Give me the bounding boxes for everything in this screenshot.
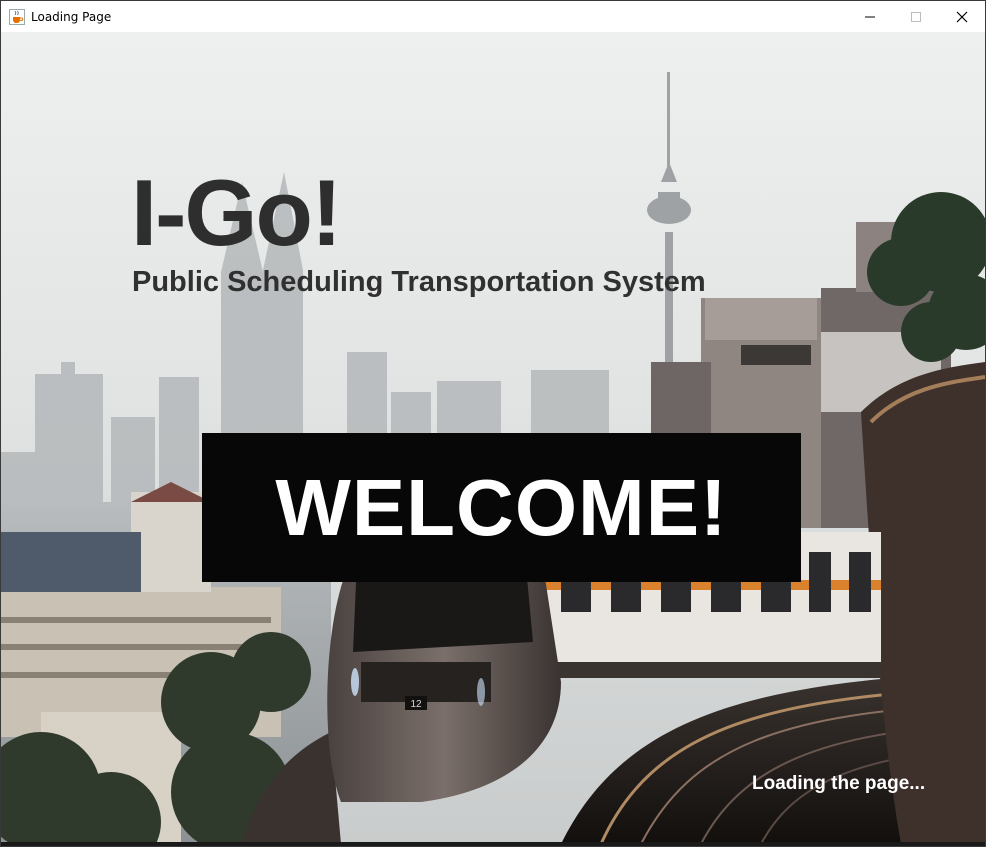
title-bar[interactable]: Loading Page xyxy=(1,1,985,32)
maximize-icon xyxy=(911,11,921,22)
app-brand-subtitle: Public Scheduling Transportation System xyxy=(132,266,706,298)
window-bottom-border xyxy=(1,842,985,846)
loading-status: Loading the page... xyxy=(752,773,926,794)
app-window: Loading Page 12 I-Go! Public Scheduling … xyxy=(0,0,986,847)
maximize-button[interactable] xyxy=(893,1,939,32)
loading-scene: 12 I-Go! Public Scheduling Transportatio… xyxy=(1,32,985,844)
train-number: 12 xyxy=(410,699,422,710)
close-icon xyxy=(956,11,968,22)
minimize-button[interactable] xyxy=(847,1,893,32)
welcome-text: WELCOME! xyxy=(275,462,728,552)
close-button[interactable] xyxy=(939,1,985,32)
window-controls xyxy=(847,1,985,32)
app-brand-title: I-Go! xyxy=(131,160,342,265)
window-title: Loading Page xyxy=(31,9,112,24)
java-cup-icon xyxy=(9,8,25,25)
minimize-icon xyxy=(865,16,875,17)
welcome-banner: WELCOME! xyxy=(202,433,801,582)
